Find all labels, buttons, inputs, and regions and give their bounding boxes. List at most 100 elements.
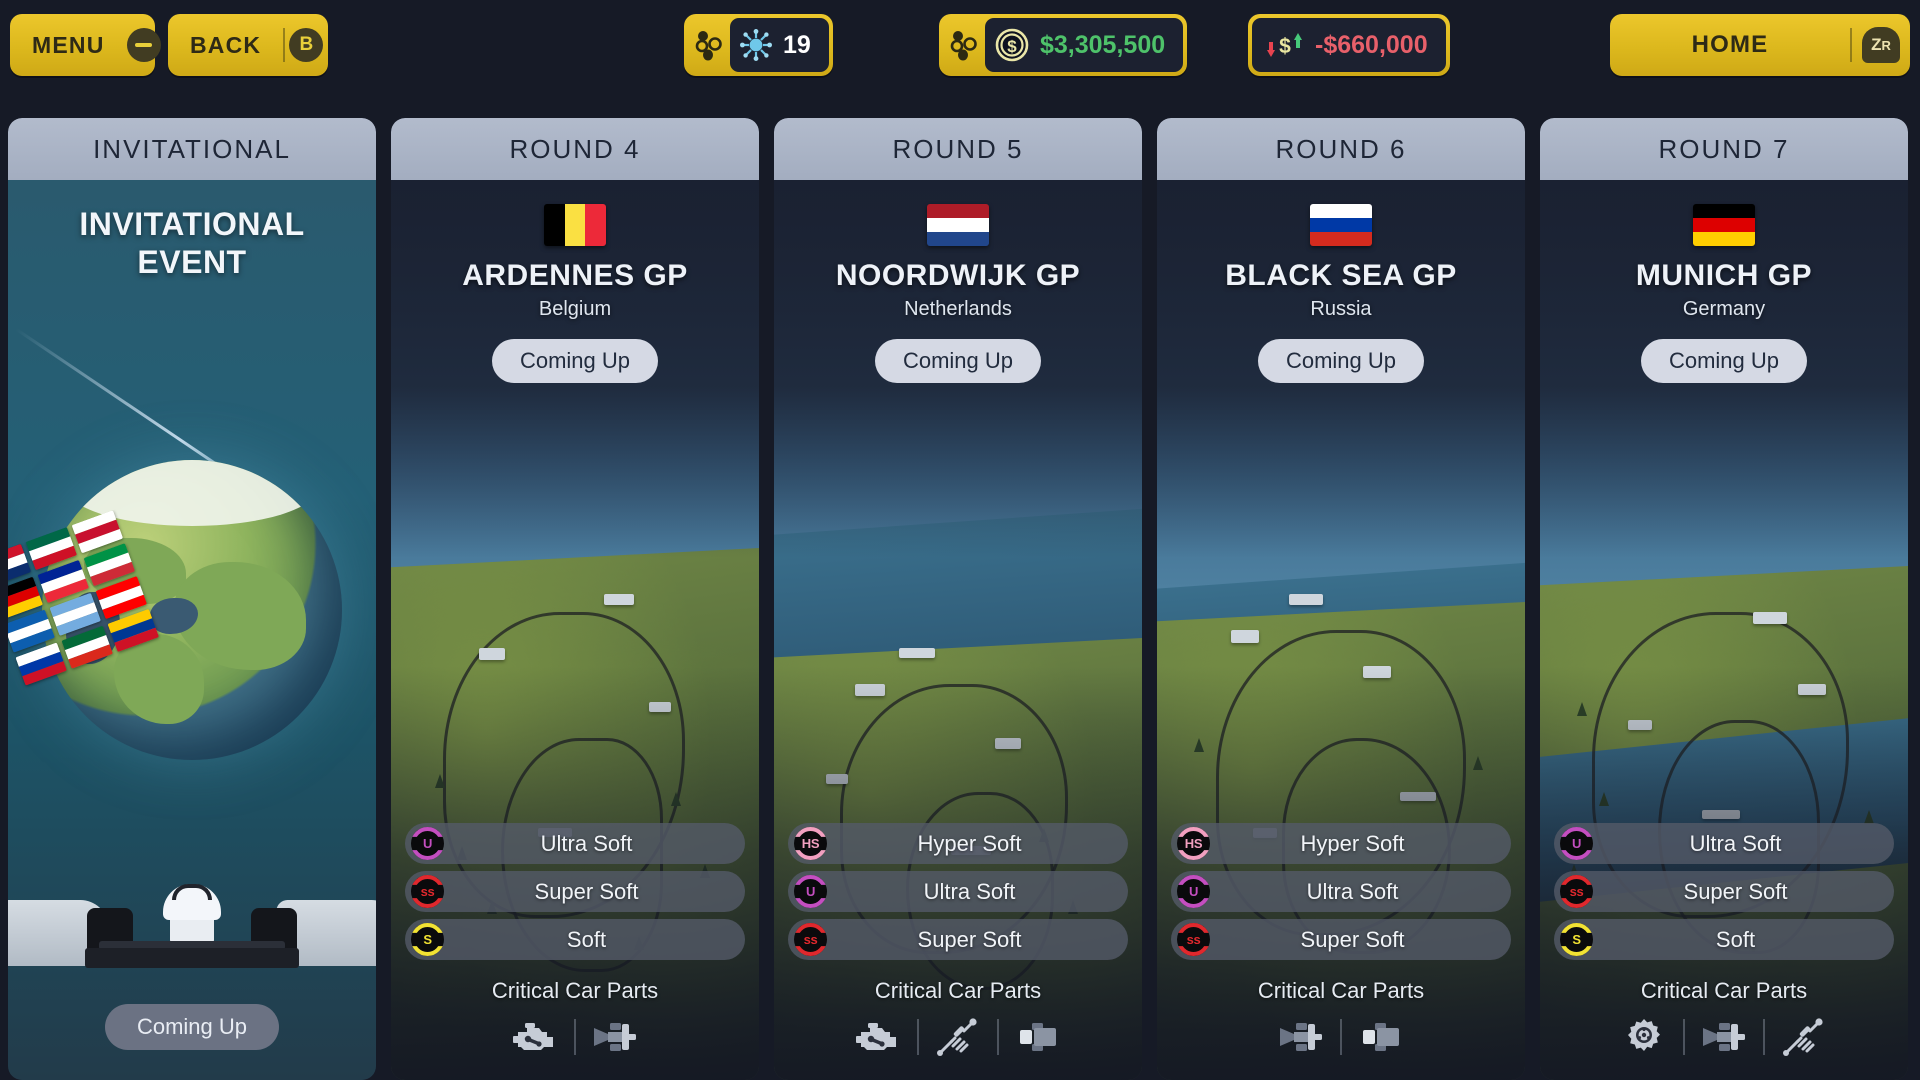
svg-text:$: $	[1007, 37, 1017, 56]
tire-row[interactable]: ss Super Soft	[1171, 919, 1511, 960]
card-round-7[interactable]: ROUND 7 MUNICH	[1540, 118, 1908, 1080]
card-body: NOORDWIJK GP Netherlands Coming Up HS Hy…	[774, 180, 1142, 1080]
cash-chip[interactable]: $ $3,305,500	[939, 14, 1187, 76]
card-round-6[interactable]: ROUND 6 BLACK S	[1157, 118, 1525, 1080]
tire-row[interactable]: U Ultra Soft	[1171, 871, 1511, 912]
card-round-4[interactable]: ROUND 4 ARDENNE	[391, 118, 759, 1080]
tire-row[interactable]: U Ultra Soft	[405, 823, 745, 864]
tire-badge-super-soft: ss	[411, 875, 444, 908]
status-badge[interactable]: Coming Up	[875, 339, 1041, 383]
cash-delta-value: -$660,000	[1315, 31, 1428, 60]
tire-badge-hyper-soft: HS	[1177, 827, 1210, 860]
critical-car-parts: Critical Car Parts	[391, 978, 759, 1062]
svg-text:$: $	[1279, 35, 1291, 58]
tire-name: Ultra Soft	[1224, 879, 1511, 905]
tire-name: Hyper Soft	[841, 831, 1128, 857]
tire-row[interactable]: HS Hyper Soft	[1171, 823, 1511, 864]
research-points-chip[interactable]: 19	[684, 14, 833, 76]
tire-row[interactable]: ss Super Soft	[405, 871, 745, 912]
critical-car-parts-title: Critical Car Parts	[1641, 978, 1807, 1004]
card-header: INVITATIONAL	[8, 118, 376, 180]
cash-delta-chip[interactable]: $ -$660,000	[1248, 14, 1450, 76]
critical-car-parts-title: Critical Car Parts	[492, 978, 658, 1004]
tire-row[interactable]: S Soft	[405, 919, 745, 960]
brakes-icon[interactable]	[999, 1012, 1077, 1062]
card-header-label: ROUND 4	[509, 134, 640, 165]
back-button-label: BACK	[168, 32, 283, 59]
tire-row[interactable]: U Ultra Soft	[788, 871, 1128, 912]
tire-badge-soft: S	[411, 923, 444, 956]
chassis-icon[interactable]	[1685, 1012, 1763, 1062]
tire-badge-soft: S	[1560, 923, 1593, 956]
critical-car-parts-title: Critical Car Parts	[875, 978, 1041, 1004]
gearbox-icon[interactable]	[1605, 1012, 1683, 1062]
russia-flag	[1310, 204, 1372, 246]
gp-country: Netherlands	[904, 298, 1012, 321]
cash-value: $3,305,500	[1040, 31, 1165, 60]
chassis-icon[interactable]	[576, 1012, 654, 1062]
netherlands-flag	[927, 204, 989, 246]
critical-car-parts: Critical Car Parts	[774, 978, 1142, 1062]
gp-name: NOORDWIJK GP	[836, 260, 1080, 292]
home-button[interactable]: HOME ZR	[1610, 14, 1910, 76]
card-round-5[interactable]: ROUND 5 NOORDWI	[774, 118, 1142, 1080]
virus-icon	[740, 29, 772, 61]
status-label: Coming Up	[105, 1004, 279, 1050]
status-badge[interactable]: Coming Up	[1641, 339, 1807, 383]
tire-badge-ultra-soft: U	[411, 827, 444, 860]
top-bar: MENU BACK B	[0, 0, 1920, 90]
coin-dollar-icon: $	[995, 28, 1029, 62]
tire-row[interactable]: ss Super Soft	[788, 919, 1128, 960]
tire-name: Ultra Soft	[841, 879, 1128, 905]
tire-compound-list: U Ultra Soft ss Super Soft S Soft	[391, 823, 759, 960]
tire-name: Ultra Soft	[1607, 831, 1894, 857]
tire-badge-super-soft: ss	[1177, 923, 1210, 956]
tire-badge-ultra-soft: U	[1560, 827, 1593, 860]
germany-flag	[1693, 204, 1755, 246]
trio-dots-icon	[943, 29, 985, 61]
invitational-status[interactable]: Coming Up	[8, 1004, 376, 1050]
card-header: ROUND 6	[1157, 118, 1525, 180]
status-badge[interactable]: Coming Up	[492, 339, 658, 383]
tire-row[interactable]: U Ultra Soft	[1554, 823, 1894, 864]
suspension-icon[interactable]	[1765, 1012, 1843, 1062]
chassis-icon[interactable]	[1262, 1012, 1340, 1062]
suspension-icon[interactable]	[919, 1012, 997, 1062]
tire-name: Soft	[458, 927, 745, 953]
menu-button-label: MENU	[10, 32, 127, 59]
card-header: ROUND 4	[391, 118, 759, 180]
trio-dots-icon	[688, 29, 730, 61]
tire-compound-list: U Ultra Soft ss Super Soft S Soft	[1540, 823, 1908, 960]
tire-badge-super-soft: ss	[794, 923, 827, 956]
b-button-icon: B	[285, 28, 328, 62]
tire-row[interactable]: ss Super Soft	[1554, 871, 1894, 912]
tire-badge-super-soft: ss	[1560, 875, 1593, 908]
card-header-label: INVITATIONAL	[93, 134, 291, 165]
brakes-icon[interactable]	[1342, 1012, 1420, 1062]
gp-country: Belgium	[539, 298, 611, 321]
status-badge[interactable]: Coming Up	[1258, 339, 1424, 383]
menu-button[interactable]: MENU	[10, 14, 155, 76]
gp-name: BLACK SEA GP	[1225, 260, 1457, 292]
gp-name: MUNICH GP	[1636, 260, 1812, 292]
card-invitational[interactable]: INVITATIONAL	[8, 118, 376, 1080]
tire-name: Super Soft	[1224, 927, 1511, 953]
gp-country: Germany	[1683, 298, 1765, 321]
tire-compound-list: HS Hyper Soft U Ultra Soft ss Super Soft	[774, 823, 1142, 960]
tire-name: Super Soft	[841, 927, 1128, 953]
tire-row[interactable]: S Soft	[1554, 919, 1894, 960]
tire-name: Super Soft	[1607, 879, 1894, 905]
card-header-label: ROUND 7	[1658, 134, 1789, 165]
tire-name: Super Soft	[458, 879, 745, 905]
race-calendar-row: INVITATIONAL	[0, 118, 1920, 1080]
money-trend-icon: $	[1266, 28, 1304, 62]
engine-icon[interactable]	[839, 1012, 917, 1062]
gp-name: ARDENNES GP	[462, 260, 688, 292]
back-button[interactable]: BACK B	[168, 14, 328, 76]
critical-car-parts-title: Critical Car Parts	[1258, 978, 1424, 1004]
tire-row[interactable]: HS Hyper Soft	[788, 823, 1128, 864]
card-header-label: ROUND 6	[1275, 134, 1406, 165]
tire-badge-ultra-soft: U	[1177, 875, 1210, 908]
invitational-title: INVITATIONAL EVENT	[8, 206, 376, 282]
engine-icon[interactable]	[496, 1012, 574, 1062]
